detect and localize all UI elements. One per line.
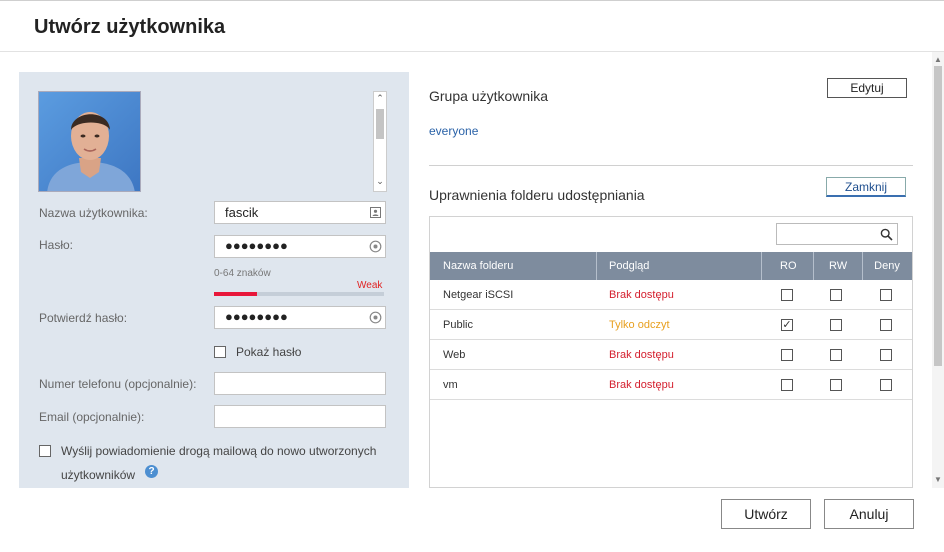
rw-checkbox[interactable] xyxy=(830,349,842,361)
notify-email-label: Wyślij powiadomienie drogą mailową do no… xyxy=(61,444,377,458)
edit-group-button[interactable]: Edytuj xyxy=(827,78,907,98)
column-ro[interactable]: RO xyxy=(780,252,797,280)
folder-preview-permission: Brak dostępu xyxy=(609,379,674,391)
table-header: Nazwa folderu Podgląd RO RW Deny xyxy=(430,252,912,280)
folder-permissions-title: Uprawnienia folderu udostępniania xyxy=(429,187,645,203)
password-reveal-icon[interactable] xyxy=(369,240,382,253)
search-icon[interactable] xyxy=(880,228,893,241)
avatar[interactable] xyxy=(38,91,141,192)
header-divider xyxy=(0,51,944,52)
ro-checkbox[interactable] xyxy=(781,289,793,301)
table-row: vm Brak dostępu xyxy=(430,370,912,400)
folder-name: Netgear iSCSI xyxy=(443,289,514,301)
column-preview[interactable]: Podgląd xyxy=(609,252,649,280)
phone-label: Numer telefonu (opcjonalnie): xyxy=(39,377,197,391)
scroll-down-arrow-icon[interactable]: ▼ xyxy=(932,474,944,486)
deny-checkbox[interactable] xyxy=(880,319,892,331)
user-group-title: Grupa użytkownika xyxy=(429,88,549,104)
username-input[interactable]: fascik xyxy=(214,201,386,224)
rw-checkbox[interactable] xyxy=(830,319,842,331)
folder-name: vm xyxy=(443,379,458,391)
avatar-scrollbar-thumb[interactable] xyxy=(376,109,384,139)
table-row: Public Tylko odczyt ✓ xyxy=(430,310,912,340)
phone-input[interactable] xyxy=(214,372,386,395)
create-button[interactable]: Utwórz xyxy=(721,499,811,529)
password-mask: ●●●●●●●● xyxy=(225,238,288,253)
confirm-password-input[interactable]: ●●●●●●●● xyxy=(214,306,386,329)
deny-checkbox[interactable] xyxy=(880,379,892,391)
close-permissions-button[interactable]: Zamknij xyxy=(826,177,906,197)
user-details-panel: ⌃ ⌄ Nazwa użytkownika: fascik Hasło: ●●●… xyxy=(19,72,409,488)
ro-checkbox[interactable] xyxy=(781,349,793,361)
scrollbar-thumb[interactable] xyxy=(934,66,942,366)
folder-preview-permission: Tylko odczyt xyxy=(609,319,670,331)
column-divider xyxy=(596,252,597,280)
column-divider xyxy=(862,252,863,280)
column-rw[interactable]: RW xyxy=(829,252,847,280)
folder-name: Web xyxy=(443,349,466,361)
password-input[interactable]: ●●●●●●●● xyxy=(214,235,386,258)
confirm-password-reveal-icon[interactable] xyxy=(369,311,382,324)
show-password-label: Pokaż hasło xyxy=(236,345,302,359)
table-row: Netgear iSCSI Brak dostępu xyxy=(430,280,912,310)
deny-checkbox[interactable] xyxy=(880,289,892,301)
column-divider xyxy=(813,252,814,280)
folder-preview-permission: Brak dostępu xyxy=(609,349,674,361)
contact-card-icon xyxy=(370,207,381,218)
confirm-password-label: Potwierdź hasło: xyxy=(39,311,128,325)
ro-checkbox[interactable] xyxy=(781,379,793,391)
rw-checkbox[interactable] xyxy=(830,379,842,391)
password-strength-label: Weak xyxy=(357,280,383,291)
notify-email-checkbox[interactable] xyxy=(39,445,51,457)
username-label: Nazwa użytkownika: xyxy=(39,206,148,220)
column-divider xyxy=(761,252,762,280)
section-divider xyxy=(429,165,913,166)
folder-name: Public xyxy=(443,319,473,331)
table-row: Web Brak dostępu xyxy=(430,340,912,370)
show-password-checkbox[interactable] xyxy=(214,346,226,358)
username-value: fascik xyxy=(225,205,259,220)
avatar-scrollbar[interactable]: ⌃ ⌄ xyxy=(373,91,387,192)
dialog-title: Utwórz użytkownika xyxy=(34,16,226,38)
folder-permissions-table: Nazwa folderu Podgląd RO RW Deny Netgear… xyxy=(429,216,913,488)
folder-preview-permission: Brak dostępu xyxy=(609,289,674,301)
cancel-button[interactable]: Anuluj xyxy=(824,499,914,529)
help-icon[interactable]: ? xyxy=(145,465,158,478)
column-deny[interactable]: Deny xyxy=(872,252,902,280)
column-folder-name[interactable]: Nazwa folderu xyxy=(443,252,513,280)
email-input[interactable] xyxy=(214,405,386,428)
password-strength-bar xyxy=(214,292,384,296)
dialog-scrollbar[interactable]: ▲ ▼ xyxy=(932,52,944,488)
password-strength-fill xyxy=(214,292,257,296)
email-label: Email (opcjonalnie): xyxy=(39,410,145,424)
ro-checkbox[interactable]: ✓ xyxy=(781,319,793,331)
notify-email-label-continued: użytkowników xyxy=(61,468,136,482)
rw-checkbox[interactable] xyxy=(830,289,842,301)
group-everyone-link[interactable]: everyone xyxy=(429,124,478,138)
scroll-up-arrow-icon[interactable]: ▲ xyxy=(932,54,944,66)
confirm-password-mask: ●●●●●●●● xyxy=(225,309,288,324)
password-label: Hasło: xyxy=(39,238,74,252)
chevron-down-icon[interactable]: ⌄ xyxy=(374,176,386,187)
folder-search-input[interactable] xyxy=(776,223,898,245)
deny-checkbox[interactable] xyxy=(880,349,892,361)
window-top-border xyxy=(0,0,944,1)
avatar-photo-icon xyxy=(39,92,140,191)
password-length-hint: 0-64 znaków xyxy=(214,268,271,279)
chevron-up-icon[interactable]: ⌃ xyxy=(374,93,386,104)
